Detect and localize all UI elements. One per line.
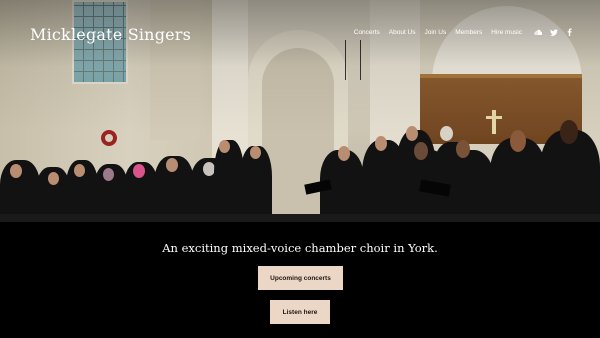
upcoming-concerts-button[interactable]: Upcoming concerts — [258, 266, 343, 290]
site-header: Micklegate Singers Concerts About Us Joi… — [0, 0, 600, 70]
nav-item-members[interactable]: Members — [455, 29, 482, 36]
nav-item-hire-music[interactable]: Hire music — [491, 29, 522, 36]
nav-item-concerts[interactable]: Concerts — [354, 29, 380, 36]
soundcloud-icon[interactable] — [533, 27, 542, 37]
tagline: An exciting mixed-voice chamber choir in… — [162, 241, 438, 255]
nav-item-join-us[interactable]: Join Us — [425, 29, 447, 36]
twitter-icon[interactable] — [549, 27, 558, 37]
listen-here-button[interactable]: Listen here — [270, 300, 330, 324]
social-links — [533, 27, 574, 37]
main-nav: Concerts About Us Join Us Members Hire m… — [354, 29, 522, 36]
facebook-icon[interactable] — [565, 27, 574, 37]
site-title[interactable]: Micklegate Singers — [30, 25, 191, 44]
nav-item-about-us[interactable]: About Us — [389, 29, 416, 36]
